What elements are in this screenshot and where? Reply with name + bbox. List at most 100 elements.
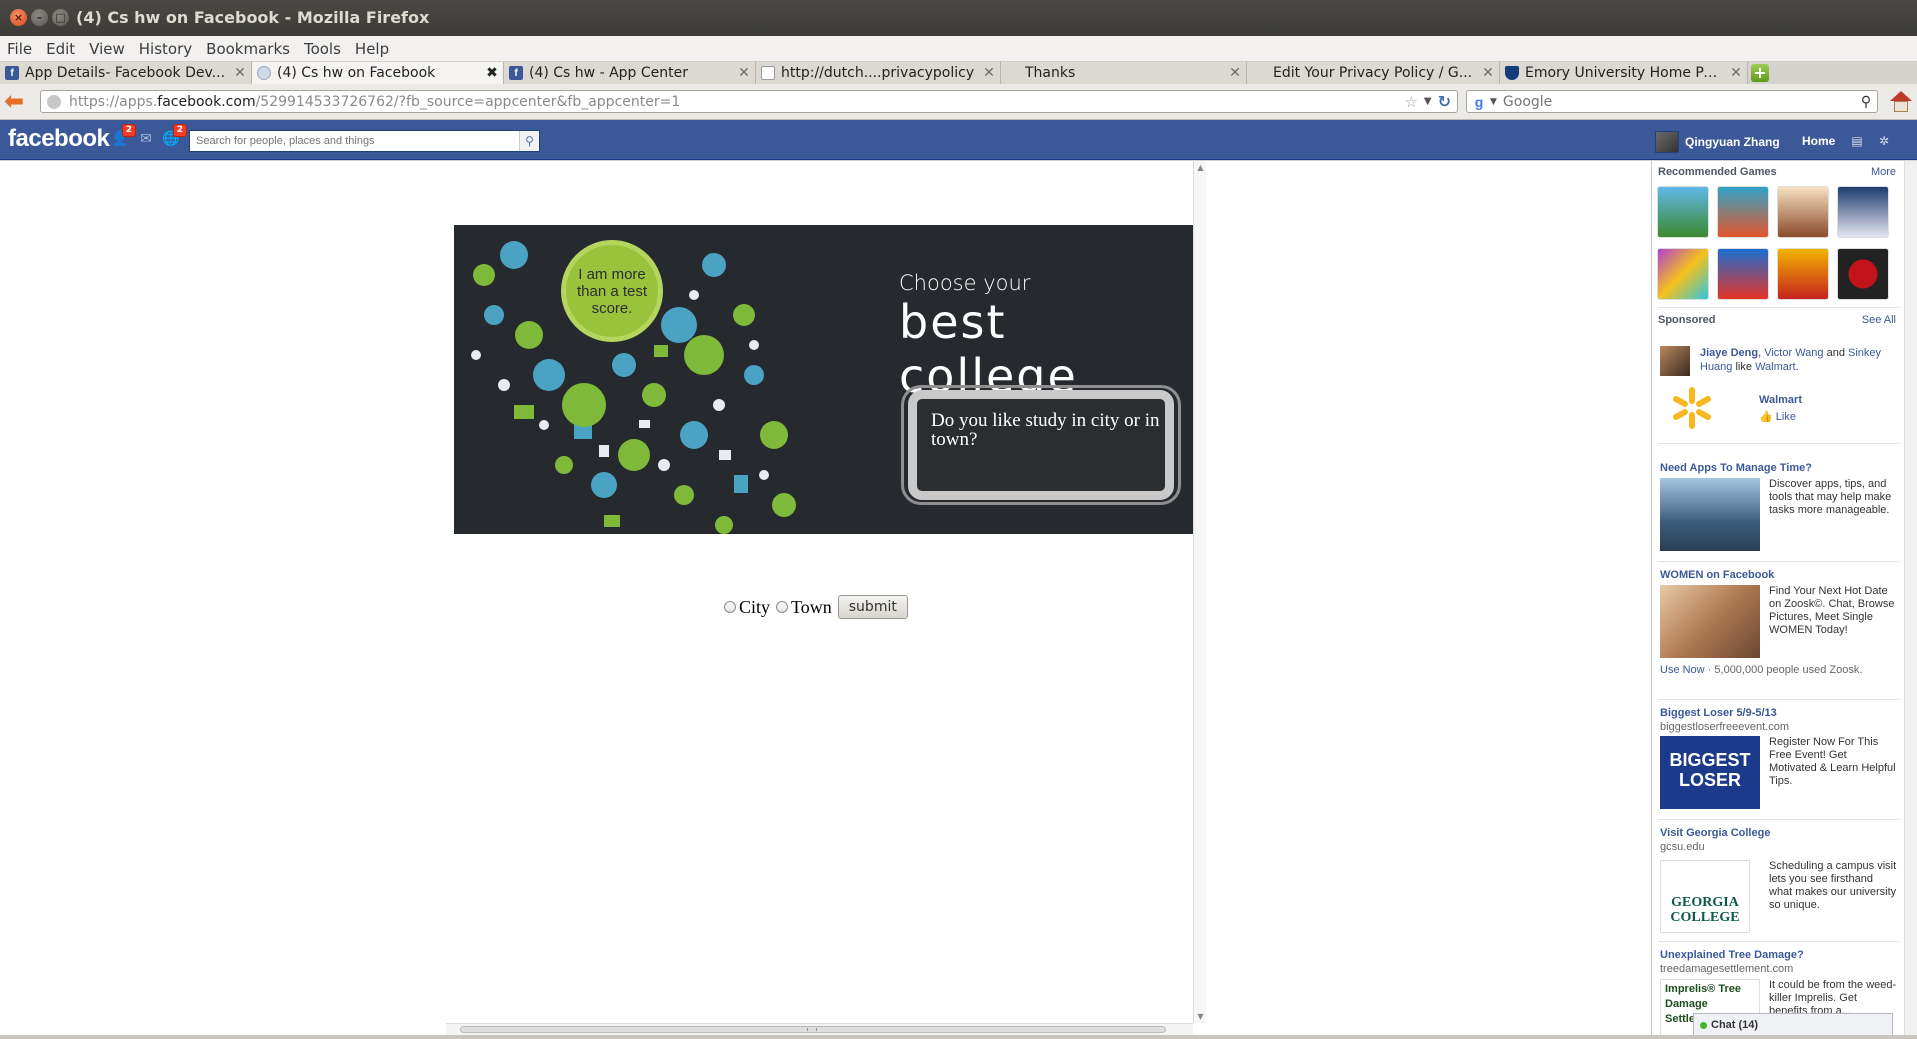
more-games-link[interactable]: More [1871,166,1896,178]
profile-link[interactable]: Qingyuan Zhang [1655,131,1780,153]
site-identity-icon[interactable] [47,94,61,109]
friend-link-1[interactable]: Jiaye Deng [1700,347,1758,359]
see-all-link[interactable]: See All [1862,314,1896,326]
facebook-logo[interactable]: facebook [8,125,110,153]
chat-bar[interactable]: Chat (14) [1693,1013,1893,1037]
and-text: and [1826,347,1845,359]
game-6[interactable] [1717,248,1769,300]
friend-requests-icon[interactable]: 👤 2 [111,124,136,148]
tab-close-icon[interactable]: ✕ [1477,65,1499,81]
game-3[interactable] [1777,186,1829,238]
reload-icon[interactable]: ↻ [1438,92,1451,111]
ad-title[interactable]: Visit Georgia College [1660,827,1770,839]
privacy-shortcuts-icon[interactable]: ▤ [1850,134,1864,148]
town-radio[interactable] [776,601,789,613]
tab-privacy-policy[interactable]: http://dutch....privacypolicy ✕ [756,62,1001,84]
menu-tools[interactable]: Tools [304,40,341,58]
tab-close-icon[interactable]: ✕ [733,65,755,81]
engine-dropdown-icon[interactable]: ▼ [1490,97,1497,107]
tab-close-icon[interactable]: ✕ [1224,65,1246,81]
game-icy-tower[interactable] [1717,186,1769,238]
scrollbar-thumb[interactable] [460,1026,1166,1033]
menu-history[interactable]: History [139,40,192,58]
tab-close-icon[interactable]: ✕ [1725,65,1747,81]
game-marvel[interactable] [1837,248,1889,300]
choose-your-text: Choose your [899,271,1031,295]
friend-avatar[interactable] [1660,346,1690,376]
search-icon[interactable]: ⚲ [519,131,539,151]
ad-title[interactable]: Unexplained Tree Damage? [1660,949,1804,961]
walmart-spark-icon[interactable] [1670,386,1714,430]
maximize-window-button[interactable]: □ [52,9,69,26]
ad-title[interactable]: Biggest Loser 5/9-5/13 [1660,707,1777,719]
friend-link-2[interactable]: Victor Wang [1764,347,1823,359]
search-icon[interactable]: ⚲ [1855,94,1877,110]
use-now-link[interactable]: Use Now [1660,664,1705,676]
tab-app-details[interactable]: f App Details- Facebook Dev... ✕ [0,62,252,84]
settings-gear-icon[interactable]: ✲ [1877,134,1891,148]
game-4[interactable] [1837,186,1889,238]
city-radio[interactable] [724,601,736,613]
tab-close-icon[interactable]: ✖ [481,65,503,81]
window-title: (4) Cs hw on Facebook - Mozilla Firefox [76,8,430,27]
tab-edit-privacy-policy[interactable]: Edit Your Privacy Policy / G... ✕ [1247,62,1500,84]
menu-file[interactable]: File [7,40,32,58]
web-search-bar[interactable]: g ▼ ⚲ [1466,90,1878,113]
tab-label: Thanks [1025,65,1076,81]
scroll-up-icon[interactable]: ▲ [1196,163,1205,172]
tab-close-icon[interactable]: ✕ [978,65,1000,81]
web-search-input[interactable] [1502,93,1855,110]
answer-form: City Town submit [724,595,908,619]
shield-icon [1505,66,1519,80]
tab-cs-hw-facebook[interactable]: (4) Cs hw on Facebook ✖ [252,62,504,84]
canvas-vertical-scrollbar[interactable]: ▲ ▼ [1193,161,1206,1023]
new-tab-button[interactable]: + [1748,62,1772,84]
submit-button[interactable]: submit [837,595,908,619]
tab-app-center[interactable]: f (4) Cs hw - App Center ✕ [504,62,756,84]
menu-view[interactable]: View [89,40,125,58]
facebook-search[interactable]: ⚲ [189,130,540,152]
ad-title[interactable]: Need Apps To Manage Time? [1660,462,1812,474]
scroll-down-icon[interactable]: ▼ [1196,1012,1205,1021]
facebook-search-input[interactable] [190,135,519,147]
close-window-button[interactable]: × [10,9,27,26]
ad-domain: biggestloserfreeevent.com [1660,721,1790,733]
home-link[interactable]: Home [1802,134,1835,148]
url-bar[interactable]: https://apps.facebook.com/52991453372676… [40,90,1458,113]
game-gems[interactable] [1657,248,1709,300]
url-domain: facebook.com [157,93,256,110]
history-dropdown-icon[interactable]: ▼ [1424,96,1432,107]
friend-requests-badge: 2 [121,124,136,137]
page-vertical-scrollbar[interactable] [1904,161,1917,1039]
ad-image[interactable] [1660,478,1760,551]
notifications-icon[interactable]: 🌐 2 [162,124,187,148]
ad-image[interactable]: GEORGIA COLLEGE [1660,860,1750,933]
menu-edit[interactable]: Edit [46,40,75,58]
game-dragon-city[interactable] [1657,186,1709,238]
game-car-town[interactable] [1777,248,1829,300]
ad-image[interactable]: BIGGEST LOSER [1660,736,1760,809]
ad-title[interactable]: WOMEN on Facebook [1660,569,1774,581]
brand-link[interactable]: Walmart [1755,361,1796,373]
tab-emory[interactable]: Emory University Home Page ✕ [1500,62,1748,84]
tab-thanks[interactable]: Thanks ✕ [1001,62,1247,84]
ad-image[interactable] [1660,585,1760,658]
walmart-page-link[interactable]: Walmart [1759,394,1802,406]
messages-icon[interactable]: ✉ [137,131,155,148]
canvas-horizontal-scrollbar[interactable] [446,1023,1193,1035]
education-icons-collage [471,241,796,534]
bookmark-star-icon[interactable]: ☆ [1404,93,1417,111]
divider [1658,443,1900,444]
walmart-like-button[interactable]: 👍 Like [1759,410,1796,423]
minimize-window-button[interactable]: – [31,9,48,26]
menu-help[interactable]: Help [355,40,389,58]
ad-body: Discover apps, tips, and tools that may … [1769,478,1892,516]
tab-close-icon[interactable]: ✕ [229,65,251,81]
home-button[interactable] [1890,91,1912,113]
ad-domain: treedamagesettlement.com [1660,963,1794,975]
back-button[interactable]: ⬅ [4,89,30,115]
google-engine-icon[interactable]: g [1471,94,1487,110]
tab-label: App Details- Facebook Dev... [25,65,226,81]
menu-bookmarks[interactable]: Bookmarks [206,40,290,58]
walmart-logo [1673,387,1711,429]
